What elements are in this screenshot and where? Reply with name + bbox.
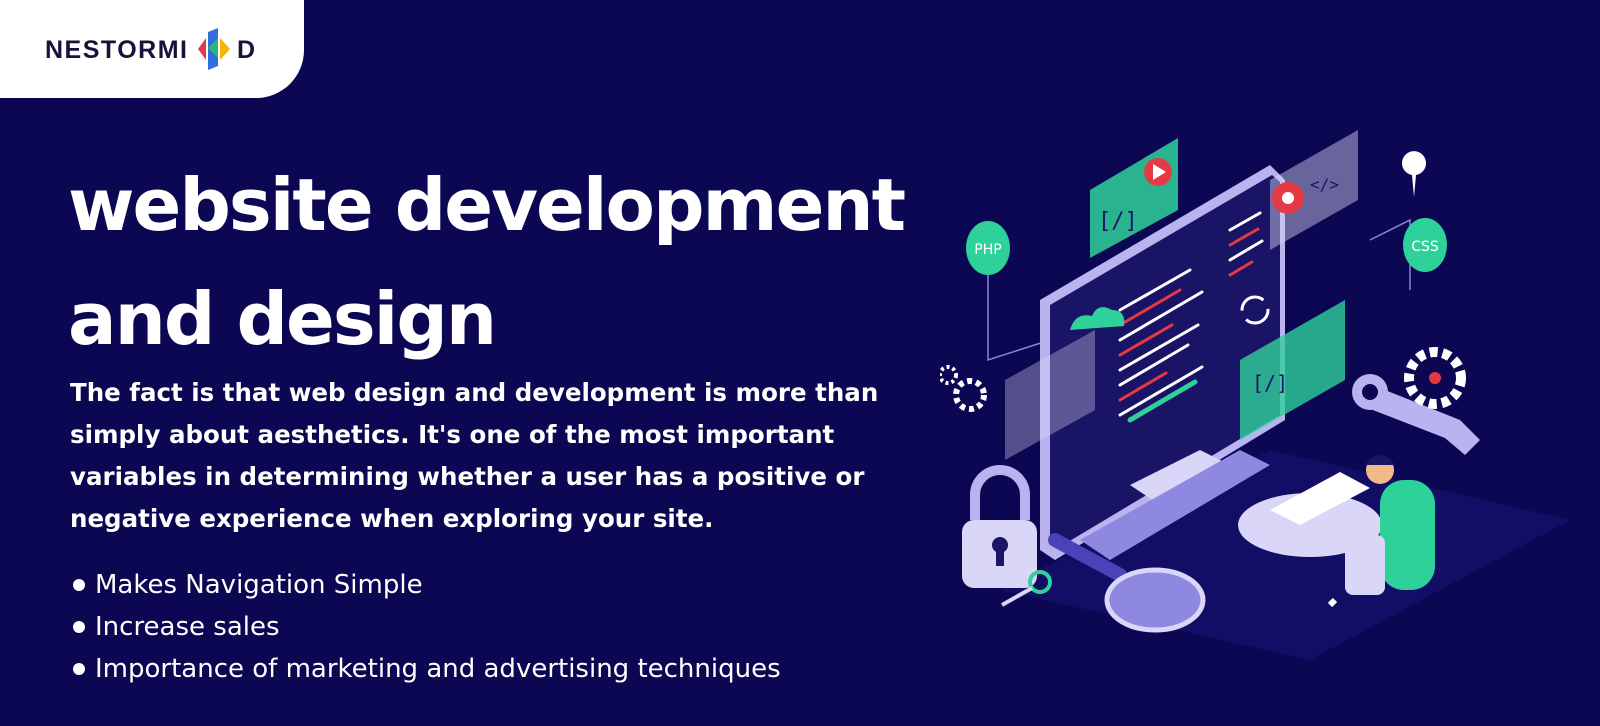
list-item-label: Importance of marketing and advertising … bbox=[95, 654, 781, 684]
padlock-icon bbox=[962, 465, 1037, 588]
css-badge-icon: CSS bbox=[1403, 218, 1447, 272]
bullet-icon bbox=[73, 579, 85, 591]
svg-text:CSS: CSS bbox=[1411, 239, 1439, 255]
logo-tab: NESTORMI D bbox=[0, 0, 304, 98]
bullet-icon bbox=[73, 663, 85, 675]
location-pin-icon bbox=[1402, 151, 1426, 197]
list-item-label: Makes Navigation Simple bbox=[95, 570, 423, 600]
php-badge-icon: PHP bbox=[966, 221, 1010, 275]
web-development-illustration: [/] </> [/] PHP CSS bbox=[940, 130, 1570, 660]
logo-mark-icon bbox=[198, 28, 230, 70]
page-title: website development and design bbox=[68, 163, 906, 361]
bullet-icon bbox=[73, 621, 85, 633]
list-item: Importance of marketing and advertising … bbox=[70, 648, 781, 690]
code-tag-label: [/] bbox=[1098, 209, 1138, 234]
gear-icon bbox=[940, 365, 958, 385]
list-item: Makes Navigation Simple bbox=[70, 564, 781, 606]
code-tag-label: [/] bbox=[1252, 371, 1288, 395]
logo-text: NESTORMI bbox=[45, 36, 189, 64]
intro-paragraph: The fact is that web design and developm… bbox=[70, 378, 879, 533]
logo-text-tail: D bbox=[237, 36, 256, 64]
list-item-label: Increase sales bbox=[95, 612, 280, 642]
code-tag-label: </> bbox=[1310, 175, 1339, 194]
list-item: Increase sales bbox=[70, 606, 781, 648]
benefit-list: Makes Navigation Simple Increase sales I… bbox=[70, 564, 781, 690]
gear-icon bbox=[953, 378, 987, 412]
svg-text:PHP: PHP bbox=[974, 242, 1001, 258]
